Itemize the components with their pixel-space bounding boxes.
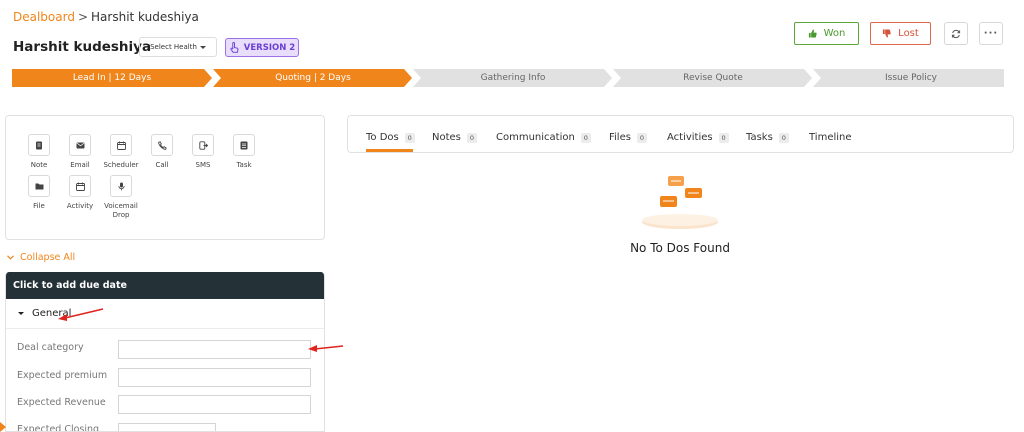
stage-gathering-info[interactable]: Gathering Info xyxy=(413,69,613,87)
action-scheduler[interactable]: Scheduler xyxy=(103,134,139,170)
microphone-icon xyxy=(117,182,125,190)
more-options-button[interactable]: ··· xyxy=(979,22,1003,45)
folder-icon xyxy=(35,183,43,190)
select-health-label: Select Health xyxy=(150,43,197,51)
action-task[interactable]: Task xyxy=(226,134,262,170)
action-label: Task xyxy=(236,161,252,169)
tabs-bar: To Dos 0 Notes 0 Communication 0 Files 0… xyxy=(347,115,1014,153)
stage-revise-quote[interactable]: Revise Quote xyxy=(613,69,813,87)
due-date-header[interactable]: Click to add due date xyxy=(6,272,324,299)
field-label-deal-category: Deal category xyxy=(17,342,84,353)
action-label: File xyxy=(33,202,45,210)
action-email[interactable]: Email xyxy=(62,134,98,170)
orange-corner-shape xyxy=(0,422,6,432)
tab-label: Activities xyxy=(667,132,713,143)
field-label-expected-premium: Expected premium xyxy=(17,370,108,381)
ellipsis-icon: ··· xyxy=(983,28,999,39)
expected-closing-input[interactable] xyxy=(118,423,216,431)
version-label: VERSION 2 xyxy=(243,42,296,53)
sms-icon xyxy=(198,140,208,150)
tab-label: To Dos xyxy=(366,132,399,143)
stage-quoting[interactable]: Quoting | 2 Days xyxy=(213,69,413,87)
tab-count: 0 xyxy=(636,132,647,143)
thumbs-down-icon xyxy=(883,29,891,38)
tab-label: Files xyxy=(609,132,631,143)
tab-label: Timeline xyxy=(809,132,852,143)
field-label-expected-revenue: Expected Revenue xyxy=(17,397,106,408)
active-tab-indicator xyxy=(366,149,413,152)
caret-down-icon xyxy=(18,312,24,315)
version-badge[interactable]: VERSION 2 xyxy=(225,38,299,57)
chevron-down-icon xyxy=(199,45,206,49)
action-label: Scheduler xyxy=(103,161,139,169)
collapse-all-label: Collapse All xyxy=(20,252,76,263)
tab-count: 0 xyxy=(466,132,477,143)
action-label: Call xyxy=(155,161,169,169)
tab-label: Tasks xyxy=(746,132,773,143)
select-health-dropdown[interactable]: Select Health xyxy=(139,37,217,57)
deal-page: Dealboard > Harshit kudeshiya Harshit kude… xyxy=(0,0,1024,432)
action-call[interactable]: Call xyxy=(144,134,180,170)
tab-label: Notes xyxy=(432,132,461,143)
stage-lead-in[interactable]: Lead In | 12 Days xyxy=(12,69,212,87)
breadcrumb-separator: > xyxy=(77,10,89,24)
calendar-icon xyxy=(75,182,85,191)
thumbs-up-icon xyxy=(808,29,817,38)
phone-icon xyxy=(157,140,167,150)
action-voicemail-drop[interactable]: Voicemail Drop xyxy=(103,175,139,220)
tab-notes[interactable]: Notes 0 xyxy=(432,132,477,143)
action-label: Note xyxy=(30,161,48,169)
tab-communication[interactable]: Communication 0 xyxy=(496,132,591,143)
lost-label: Lost xyxy=(898,28,919,39)
action-activity[interactable]: Activity xyxy=(62,175,98,211)
empty-state-illustration xyxy=(642,176,718,229)
hand-pointer-icon xyxy=(230,41,239,53)
refresh-icon xyxy=(951,29,961,38)
tab-to-dos[interactable]: To Dos 0 xyxy=(366,132,415,143)
field-label-expected-closing: Expected Closing xyxy=(17,424,100,432)
general-section-toggle[interactable]: General xyxy=(6,299,324,329)
chevron-down-icon xyxy=(7,255,14,260)
deal-form-card: Click to add due date General Deal categ… xyxy=(5,272,325,432)
note-icon xyxy=(36,141,42,149)
annotation-arrow-deal-category xyxy=(308,345,344,352)
breadcrumb-dealboard-link[interactable]: Dealboard xyxy=(13,10,75,24)
action-note[interactable]: Note xyxy=(21,134,57,170)
collapse-all-toggle[interactable]: Collapse All xyxy=(7,252,75,263)
activity-actions-card: Note Email Scheduler Call SMS Task File xyxy=(5,115,325,240)
breadcrumb-current: Harshit kudeshiya xyxy=(91,10,199,24)
deal-category-input[interactable] xyxy=(118,340,311,359)
calendar-icon xyxy=(116,141,126,150)
tab-count: 0 xyxy=(778,132,789,143)
tab-tasks[interactable]: Tasks 0 xyxy=(746,132,789,143)
action-sms[interactable]: SMS xyxy=(185,134,221,170)
tab-count: 0 xyxy=(580,132,591,143)
tab-activities[interactable]: Activities 0 xyxy=(667,132,729,143)
tab-count: 0 xyxy=(404,132,415,143)
email-icon xyxy=(76,142,84,148)
action-label: Activity xyxy=(66,202,94,210)
refresh-button[interactable] xyxy=(944,22,968,45)
action-label: SMS xyxy=(195,161,211,169)
tab-label: Communication xyxy=(496,132,575,143)
tab-timeline[interactable]: Timeline xyxy=(809,132,852,143)
expected-revenue-input[interactable] xyxy=(118,395,311,414)
action-label: Voicemail Drop xyxy=(104,202,138,219)
lost-button[interactable]: Lost xyxy=(870,22,931,45)
tab-count: 0 xyxy=(718,132,729,143)
action-file[interactable]: File xyxy=(21,175,57,211)
page-title: Harshit kudeshiya xyxy=(13,39,152,55)
action-label: Email xyxy=(70,161,90,169)
expected-premium-input[interactable] xyxy=(118,368,311,387)
empty-state-message: No To Dos Found xyxy=(630,241,730,255)
tab-files[interactable]: Files 0 xyxy=(609,132,647,143)
stage-issue-policy[interactable]: Issue Policy xyxy=(813,69,1009,87)
breadcrumb: Dealboard > Harshit kudeshiya xyxy=(13,10,199,24)
won-button[interactable]: Won xyxy=(794,22,859,45)
won-label: Won xyxy=(823,28,846,39)
task-icon xyxy=(240,141,248,149)
annotation-arrow-general xyxy=(58,308,104,321)
